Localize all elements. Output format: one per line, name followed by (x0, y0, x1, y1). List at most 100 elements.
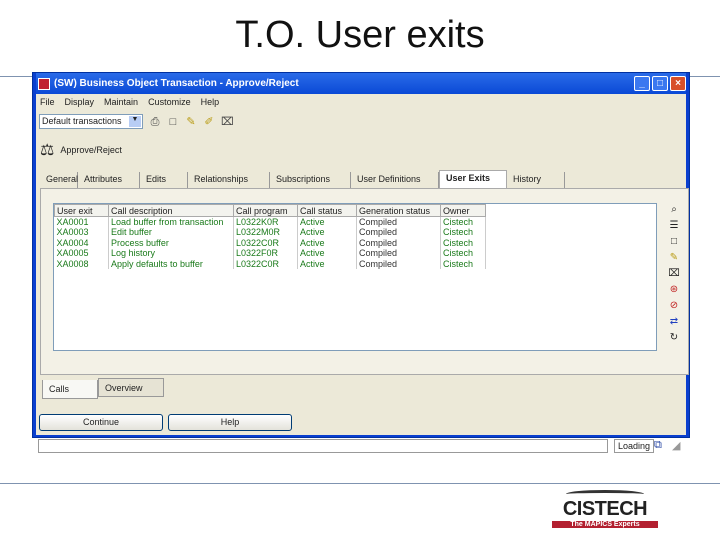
print-icon[interactable]: ⎙ (149, 116, 161, 128)
delete-icon[interactable]: ⌧ (221, 116, 234, 128)
status-mode: Loading (614, 439, 655, 453)
cell-user-exit: XA0005 (54, 248, 109, 259)
side-toolbar: ⌕ ☰ □ ✎ ⌧ ⊛ ⊘ ⇄ ↻ (666, 203, 682, 344)
title-bar: (SW) Business Object Transaction - Appro… (36, 73, 686, 94)
cell-call-status: Active (297, 216, 357, 227)
menu-bar: File Display Maintain Customize Help (36, 94, 686, 109)
tab-user-definitions[interactable]: User Definitions (351, 172, 439, 188)
continue-button[interactable]: Continue (39, 414, 163, 431)
app-window: (SW) Business Object Transaction - Appro… (32, 72, 690, 453)
delete-icon[interactable]: ⌧ (668, 267, 680, 280)
cell-call-status: Active (297, 248, 357, 259)
table-row[interactable]: XA0003 Edit buffer L0322M0R Active Compiled C… (54, 227, 486, 238)
resize-grip-icon[interactable]: ◢ (672, 439, 680, 452)
minimize-button[interactable]: _ (634, 76, 650, 91)
col-user-exit[interactable]: User exit (54, 204, 109, 217)
find-icon[interactable]: ⌕ (671, 203, 677, 216)
slide-title: T.O. User exits (235, 14, 485, 56)
view-select-value: Default transactions (42, 116, 122, 126)
chevron-down-icon: ▼ (129, 116, 141, 127)
tab-general[interactable]: General (40, 172, 78, 188)
close-button[interactable]: × (670, 76, 686, 91)
menu-help[interactable]: Help (201, 97, 220, 107)
bottom-tab-bar: Calls Overview (42, 378, 164, 399)
table-row[interactable]: XA0001 Load buffer from transaction L0322K… (54, 216, 486, 227)
tab-overview[interactable]: Overview (98, 378, 164, 397)
tab-edits[interactable]: Edits (140, 172, 188, 188)
tab-calls[interactable]: Calls (42, 380, 98, 399)
col-generation-status[interactable]: Generation status (356, 204, 441, 217)
menu-file[interactable]: File (40, 97, 55, 107)
view-select[interactable]: Default transactions ▼ (39, 114, 143, 129)
cell-owner: Cistech (440, 237, 486, 248)
user-exits-list: User exit Call description Call program … (53, 203, 657, 351)
maximize-button[interactable]: □ (652, 76, 668, 91)
cell-generation-status: Compiled (356, 216, 441, 227)
cell-call-description: Apply defaults to buffer (108, 258, 234, 269)
cell-generation-status: Compiled (356, 258, 441, 269)
filter-icon[interactable]: ☰ (670, 219, 679, 232)
cell-call-status: Active (297, 258, 357, 269)
col-owner[interactable]: Owner (440, 204, 486, 217)
table-row[interactable]: XA0004 Process buffer L0322C0R Active Compil… (54, 237, 486, 248)
table-row[interactable]: XA0008 Apply defaults to buffer L0322C0R Ac… (54, 258, 486, 269)
cell-call-program: L0322C0R (233, 237, 298, 248)
table-row[interactable]: XA0005 Log history L0322F0R Active Compiled C… (54, 248, 486, 259)
tab-attributes[interactable]: Attributes (78, 172, 140, 188)
windows-icon[interactable]: ⧉ (654, 439, 662, 452)
cell-owner: Cistech (440, 227, 486, 238)
logo-name: CISTECH (562, 498, 648, 520)
cell-owner: Cistech (440, 216, 486, 227)
edit-icon[interactable]: ✎ (185, 116, 197, 128)
status-bar (38, 439, 608, 453)
tab-user-exits[interactable]: User Exits (439, 170, 507, 188)
approve-reject-action[interactable]: ⚖ Approve/Reject (40, 140, 122, 160)
cell-owner: Cistech (440, 258, 486, 269)
cell-call-status: Active (297, 237, 357, 248)
logo-tagline: The MAPICS Experts (552, 521, 658, 528)
tab-relationships[interactable]: Relationships (188, 172, 270, 188)
app-icon (38, 77, 50, 90)
cell-call-program: L0322K0R (233, 216, 298, 227)
tab-bar: General Attributes Edits Relationships S… (40, 170, 565, 188)
edit-icon[interactable]: ✎ (670, 251, 678, 264)
cell-call-description: Process buffer (108, 237, 234, 248)
cell-call-status: Active (297, 227, 357, 238)
deactivate-icon[interactable]: ⊘ (670, 299, 678, 312)
user-exits-panel: User exit Call description Call program … (40, 188, 689, 375)
cell-owner: Cistech (440, 248, 486, 259)
new-icon[interactable]: □ (671, 235, 677, 248)
cell-call-description: Log history (108, 248, 234, 259)
cistech-logo: CISTECH The MAPICS Experts (552, 490, 658, 528)
cell-user-exit: XA0008 (54, 258, 109, 269)
menu-customize[interactable]: Customize (148, 97, 191, 107)
cell-generation-status: Compiled (356, 227, 441, 238)
toolbar: Default transactions ▼ ⎙ □ ✎ ✐ ⌧ (39, 114, 234, 129)
activate-icon[interactable]: ⊛ (670, 283, 678, 296)
col-call-program[interactable]: Call program (233, 204, 298, 217)
approve-reject-icon: ⚖ (40, 142, 55, 159)
cell-user-exit: XA0004 (54, 237, 109, 248)
menu-maintain[interactable]: Maintain (104, 97, 138, 107)
col-call-status[interactable]: Call status (297, 204, 357, 217)
generate-icon[interactable]: ⇄ (670, 315, 678, 328)
cell-generation-status: Compiled (356, 237, 441, 248)
tab-history[interactable]: History (507, 172, 565, 188)
col-call-description[interactable]: Call description (108, 204, 234, 217)
cell-call-program: L0322C0R (233, 258, 298, 269)
approve-icon[interactable]: ✐ (203, 116, 215, 128)
cell-user-exit: XA0003 (54, 227, 109, 238)
new-icon[interactable]: □ (167, 116, 179, 128)
refresh-icon[interactable]: ↻ (670, 331, 678, 344)
menu-display[interactable]: Display (65, 97, 95, 107)
cell-call-description: Load buffer from transaction (108, 216, 234, 227)
window-title: (SW) Business Object Transaction - Appro… (54, 78, 299, 89)
cell-user-exit: XA0001 (54, 216, 109, 227)
cell-generation-status: Compiled (356, 248, 441, 259)
tab-subscriptions[interactable]: Subscriptions (270, 172, 351, 188)
cell-call-program: L0322M0R (233, 227, 298, 238)
divider-bottom (0, 483, 720, 484)
help-button[interactable]: Help (168, 414, 292, 431)
cell-call-description: Edit buffer (108, 227, 234, 238)
cell-call-program: L0322F0R (233, 248, 298, 259)
